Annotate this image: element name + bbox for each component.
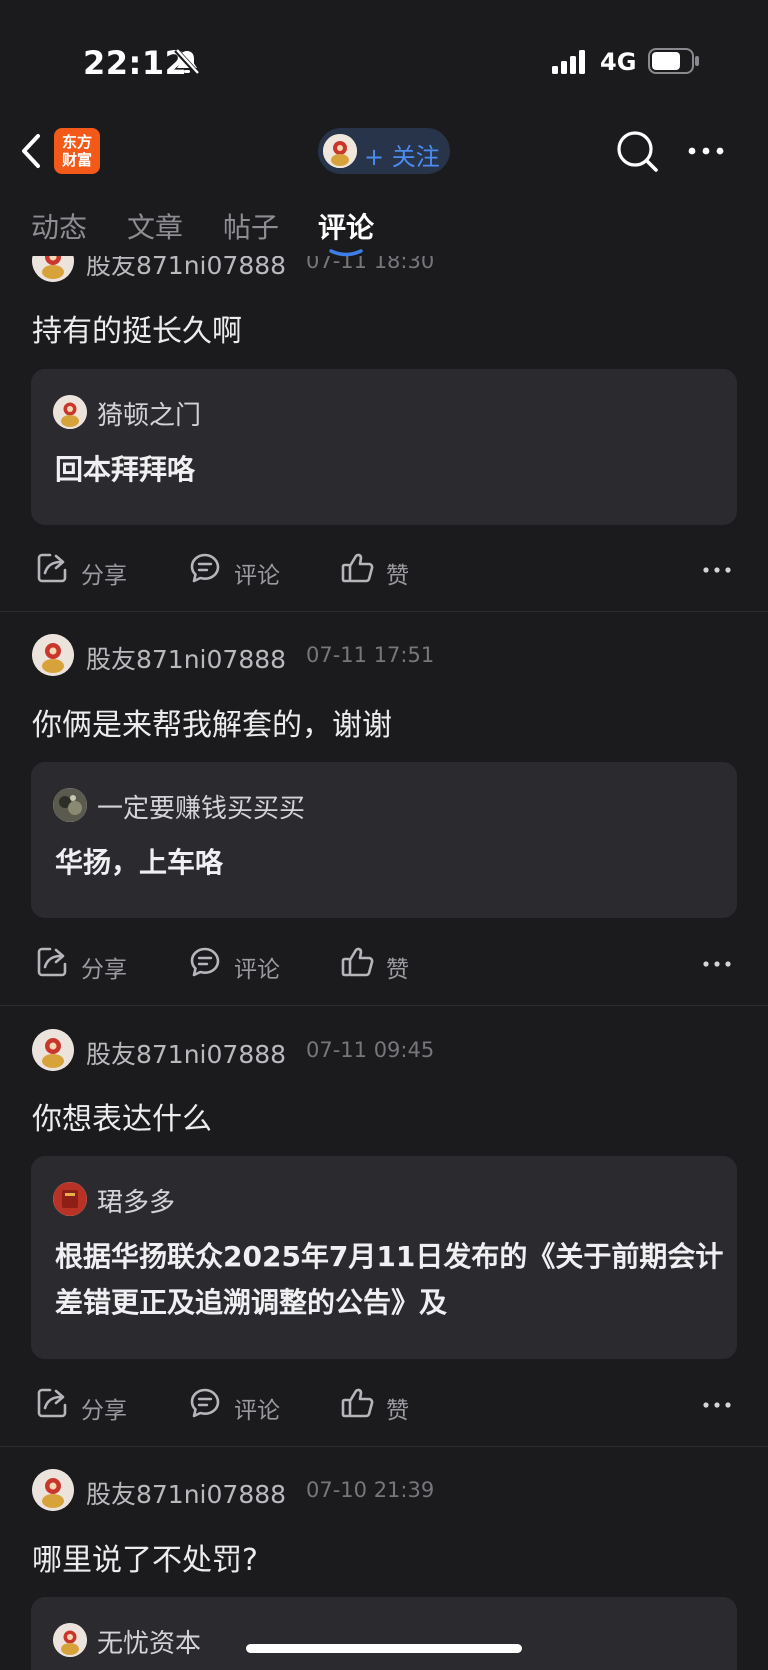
comment-label: 评论 bbox=[234, 1398, 280, 1424]
comment-icon bbox=[190, 947, 220, 977]
status-bar: 22:12 4G bbox=[0, 0, 768, 110]
like-label: 赞 bbox=[386, 563, 409, 589]
avatar bbox=[323, 134, 357, 168]
search-button[interactable] bbox=[614, 128, 660, 174]
comment-feed: 股友871ni07888 07-11 18:30 持有的挺长久啊 猗顿之门 回本… bbox=[0, 256, 768, 1670]
like-label: 赞 bbox=[386, 957, 409, 983]
more-horizontal-icon bbox=[703, 567, 731, 573]
logo-text-line2: 财富 bbox=[61, 151, 92, 169]
avatar bbox=[53, 395, 87, 429]
quoted-text: 根据华扬联众2025年7月11日发布的《关于前期会计差错更正及追溯调整的公告》及 bbox=[55, 1240, 724, 1319]
battery-icon bbox=[648, 48, 700, 78]
comment-item[interactable]: 股友871ni07888 07-11 09:45 你想表达什么 珺多多 根据华扬… bbox=[0, 1006, 768, 1416]
home-indicator[interactable] bbox=[246, 1644, 522, 1653]
comment-item[interactable]: 股友871ni07888 07-11 18:30 持有的挺长久啊 猗顿之门 回本… bbox=[0, 256, 768, 586]
quoted-author: 猗顿之门 bbox=[97, 401, 202, 431]
author-name[interactable]: 股友871ni07888 bbox=[86, 1035, 286, 1071]
comment-text: 你想表达什么 bbox=[32, 1102, 212, 1137]
more-horizontal-icon bbox=[688, 147, 724, 155]
thumbs-up-icon bbox=[341, 553, 374, 583]
avatar[interactable] bbox=[32, 256, 74, 282]
cellular-signal-icon bbox=[552, 50, 588, 78]
avatar bbox=[53, 1623, 87, 1657]
profile-tabs: 动态 文章 帖子 评论 bbox=[0, 192, 768, 257]
more-options-button[interactable] bbox=[682, 128, 730, 174]
comment-actions: 分享 评论 赞 bbox=[0, 939, 768, 989]
app-logo[interactable]: 东方 财富 bbox=[54, 128, 100, 174]
follow-button[interactable]: + 关注 bbox=[318, 128, 450, 174]
comment-text: 持有的挺长久啊 bbox=[32, 314, 242, 349]
status-time: 22:12 bbox=[83, 44, 188, 82]
comment-actions: 分享 评论 赞 bbox=[0, 545, 768, 595]
thumbs-up-icon bbox=[341, 947, 374, 977]
share-icon bbox=[37, 553, 67, 583]
post-time: 07-11 09:45 bbox=[306, 1038, 435, 1062]
post-time: 07-10 21:39 bbox=[306, 1478, 435, 1502]
search-icon bbox=[617, 131, 658, 172]
more-options-button[interactable] bbox=[702, 555, 732, 585]
share-icon bbox=[37, 1388, 67, 1418]
share-label: 分享 bbox=[81, 563, 127, 589]
author-name[interactable]: 股友871ni07888 bbox=[86, 640, 286, 676]
quoted-post[interactable]: 珺多多 根据华扬联众2025年7月11日发布的《关于前期会计差错更正及追溯调整的… bbox=[31, 1156, 737, 1359]
bell-muted-icon bbox=[174, 48, 200, 80]
avatar bbox=[53, 1182, 87, 1216]
avatar[interactable] bbox=[32, 1469, 74, 1511]
tab-comments[interactable]: 评论 bbox=[318, 206, 374, 246]
comment-text: 哪里说了不处罚? bbox=[32, 1543, 258, 1578]
chevron-left-icon bbox=[22, 134, 40, 168]
quoted-author: 无忧资本 bbox=[97, 1629, 202, 1659]
more-options-button[interactable] bbox=[702, 1390, 732, 1420]
quoted-author: 珺多多 bbox=[97, 1188, 176, 1218]
thumbs-up-icon bbox=[341, 1388, 374, 1418]
post-time: 07-11 17:51 bbox=[306, 643, 435, 667]
tab-dynamics[interactable]: 动态 bbox=[31, 206, 87, 246]
more-options-button[interactable] bbox=[702, 949, 732, 979]
comment-label: 评论 bbox=[234, 563, 280, 589]
comment-icon bbox=[190, 1388, 220, 1418]
tab-articles[interactable]: 文章 bbox=[127, 206, 183, 246]
back-button[interactable] bbox=[14, 130, 50, 172]
top-nav: 东方 财富 + 关注 bbox=[0, 110, 768, 192]
avatar[interactable] bbox=[32, 1029, 74, 1071]
author-name[interactable]: 股友871ni07888 bbox=[86, 256, 286, 282]
comment-label: 评论 bbox=[234, 957, 280, 983]
share-label: 分享 bbox=[81, 1398, 127, 1424]
follow-label: + 关注 bbox=[364, 143, 440, 171]
quoted-author: 一定要赚钱买买买 bbox=[97, 794, 306, 824]
quoted-post[interactable]: 无忧资本 bbox=[31, 1597, 737, 1670]
avatar[interactable] bbox=[32, 634, 74, 676]
share-label: 分享 bbox=[81, 957, 127, 983]
tab-posts[interactable]: 帖子 bbox=[223, 206, 279, 246]
avatar bbox=[53, 788, 87, 822]
comment-icon bbox=[190, 553, 220, 583]
quoted-text: 华扬，上车咯 bbox=[55, 846, 224, 879]
like-label: 赞 bbox=[386, 1398, 409, 1424]
quoted-post[interactable]: 猗顿之门 回本拜拜咯 bbox=[31, 369, 737, 525]
comment-item[interactable]: 股友871ni07888 07-10 21:39 哪里说了不处罚? 无忧资本 bbox=[0, 1447, 768, 1670]
comment-item[interactable]: 股友871ni07888 07-11 17:51 你俩是来帮我解套的，谢谢 一定… bbox=[0, 612, 768, 972]
network-type: 4G bbox=[600, 48, 637, 76]
post-time: 07-11 18:30 bbox=[306, 256, 435, 273]
share-icon bbox=[37, 947, 67, 977]
author-name[interactable]: 股友871ni07888 bbox=[86, 1475, 286, 1511]
comment-actions: 分享 评论 赞 bbox=[0, 1380, 768, 1430]
more-horizontal-icon bbox=[703, 961, 731, 967]
active-tab-indicator bbox=[328, 242, 364, 257]
logo-text-line1: 东方 bbox=[61, 133, 92, 151]
more-horizontal-icon bbox=[703, 1402, 731, 1408]
quoted-post[interactable]: 一定要赚钱买买买 华扬，上车咯 bbox=[31, 762, 737, 918]
quoted-text: 回本拜拜咯 bbox=[55, 453, 196, 486]
comment-text: 你俩是来帮我解套的，谢谢 bbox=[32, 708, 392, 743]
